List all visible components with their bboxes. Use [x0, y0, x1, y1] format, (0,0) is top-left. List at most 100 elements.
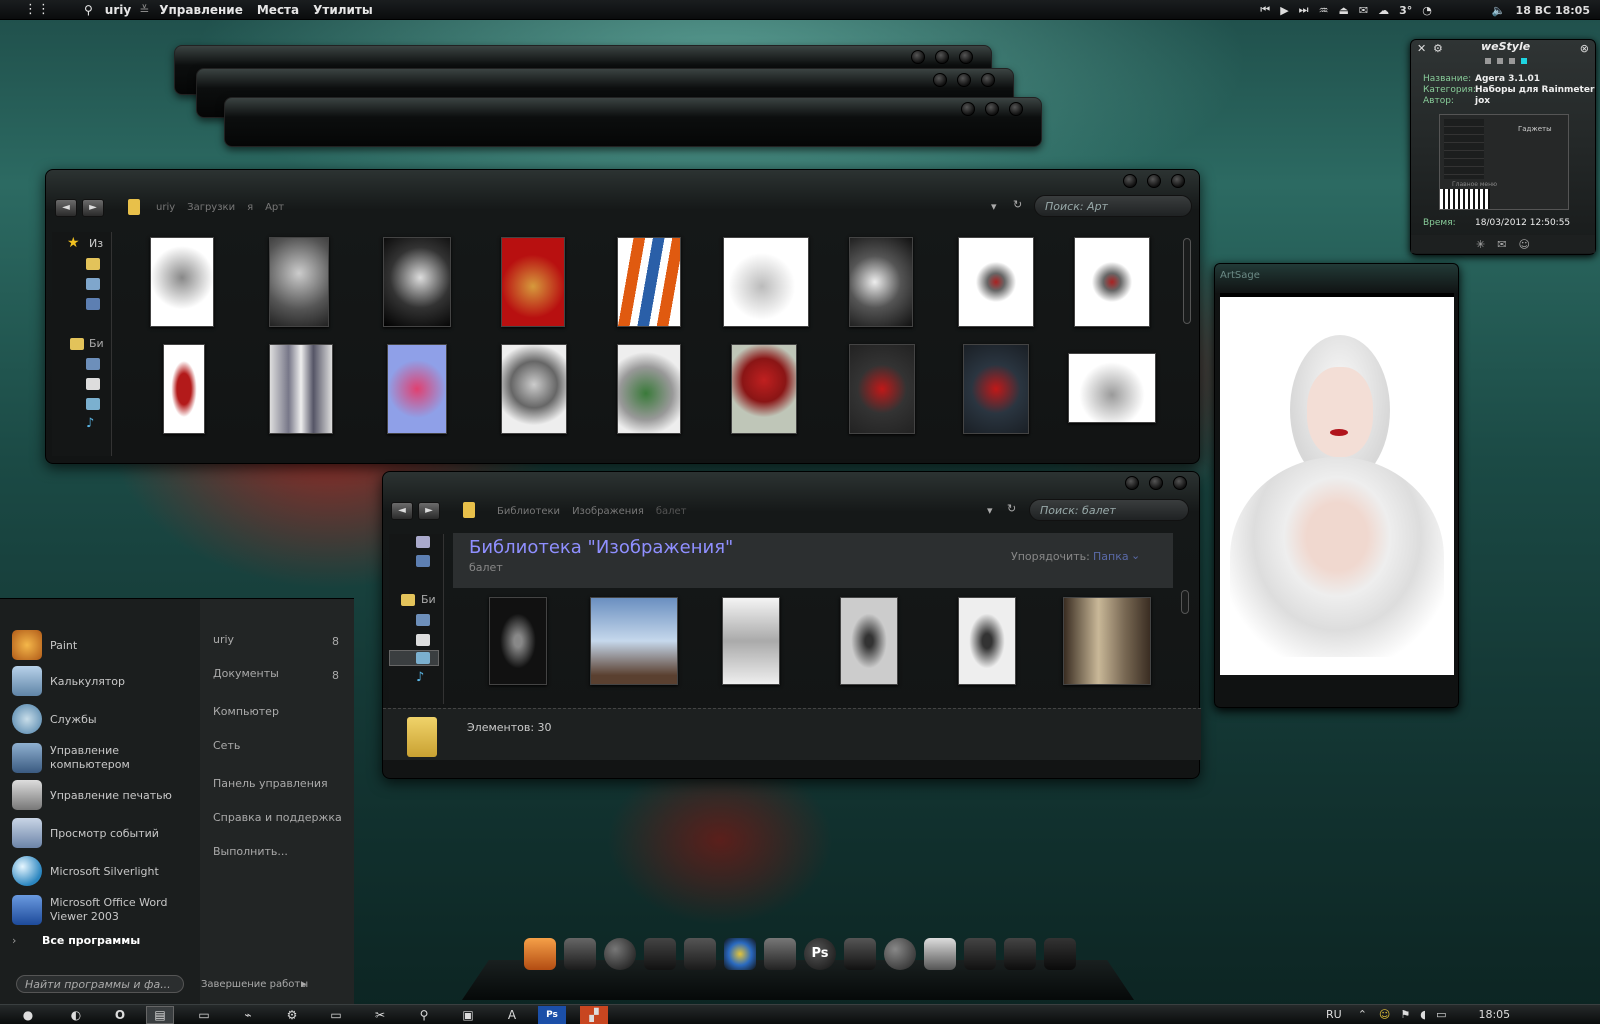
comments-icon[interactable]: ✉ [1497, 238, 1506, 251]
chevron-down-icon[interactable]: ⌄ [1131, 549, 1140, 562]
language-indicator[interactable]: RU [1326, 1008, 1342, 1021]
search-input[interactable]: Поиск: балет [1029, 499, 1189, 521]
eject-icon[interactable]: ⏏ [1338, 4, 1348, 17]
breadcrumb-item[interactable]: uriy [156, 202, 175, 213]
history-dropdown-icon[interactable]: ▾ [987, 504, 993, 517]
network-icon[interactable]: ▭ [1436, 1008, 1446, 1021]
search-icon[interactable]: ⚲ [410, 1006, 438, 1024]
program-item-paint[interactable]: Paint [0, 627, 77, 663]
refresh-icon[interactable]: ↻ [1007, 502, 1016, 515]
explorer-icon[interactable]: ▤ [146, 1005, 174, 1024]
image-thumbnail[interactable] [1063, 597, 1151, 685]
image-thumbnail[interactable] [489, 597, 547, 685]
minimize-button[interactable] [1125, 476, 1139, 490]
tray-up-icon[interactable]: ⌃ [1358, 1008, 1367, 1021]
place-item-network[interactable]: Сеть [213, 739, 240, 752]
favorites-label[interactable]: Из [89, 237, 103, 250]
documents-icon[interactable] [86, 378, 100, 390]
recent-places-icon[interactable] [86, 298, 100, 310]
media-next-icon[interactable]: ⏭ [1299, 3, 1309, 17]
folder-icon[interactable]: ▭ [322, 1006, 350, 1024]
image-thumbnail[interactable] [1074, 237, 1150, 327]
maximize-button[interactable] [957, 73, 971, 87]
image-thumbnail[interactable] [590, 597, 678, 685]
desktop-icon[interactable] [416, 555, 430, 567]
videos-icon[interactable] [86, 358, 100, 370]
camera-dock-icon[interactable] [964, 938, 996, 970]
minimize-button[interactable] [1123, 174, 1137, 188]
program-item-services[interactable]: Службы [0, 701, 97, 737]
breadcrumb-item[interactable]: балет [656, 506, 687, 517]
image-thumbnail[interactable] [840, 597, 898, 685]
gamepad-dock-icon[interactable] [644, 938, 676, 970]
tools-icon[interactable]: ✂ [366, 1006, 394, 1024]
forward-button[interactable]: ► [418, 502, 440, 520]
start-orb-button[interactable]: ● [14, 1006, 42, 1024]
back-button[interactable]: ◄ [391, 502, 413, 520]
close-icon[interactable]: ✕ [1417, 42, 1426, 55]
menu-manage[interactable]: Управление [159, 3, 243, 17]
image-thumbnail[interactable] [501, 237, 565, 327]
vlc-dock-icon[interactable] [924, 938, 956, 970]
close-button[interactable] [1009, 102, 1023, 116]
image-thumbnail[interactable] [387, 344, 447, 434]
close-button[interactable] [1171, 174, 1185, 188]
program-item-calculator[interactable]: Калькулятор [0, 663, 125, 699]
taskbar-app-icon[interactable]: ◐ [62, 1006, 90, 1024]
tray-app-icon[interactable]: ☺ [1379, 1008, 1390, 1021]
favorites-star-icon[interactable]: ★ [67, 235, 80, 251]
theme-preview-image[interactable]: Гаджеты Главное меню [1439, 114, 1569, 210]
trash-dock-icon[interactable] [1044, 938, 1076, 970]
breadcrumb-item[interactable]: Загрузки [187, 202, 235, 213]
maximize-button[interactable] [985, 102, 999, 116]
image-thumbnail[interactable] [501, 344, 567, 434]
program-item-silverlight[interactable]: Microsoft Silverlight [0, 853, 159, 889]
videos-icon[interactable] [416, 614, 430, 626]
place-item-control-panel[interactable]: Панель управления [213, 777, 328, 790]
maximize-button[interactable] [1147, 174, 1161, 188]
breadcrumb-item[interactable]: Библиотеки [497, 506, 560, 517]
libraries-icon[interactable] [401, 594, 415, 606]
image-thumbnail[interactable] [723, 237, 809, 327]
place-item-user[interactable]: uriy [213, 633, 234, 646]
program-item-computer-management[interactable]: Управление компьютером [0, 737, 150, 779]
image-thumbnail[interactable] [849, 344, 915, 434]
artwork-image[interactable] [1220, 293, 1454, 675]
image-thumbnail[interactable] [163, 344, 205, 434]
downloads-icon[interactable] [86, 258, 100, 270]
image-thumbnail[interactable] [150, 237, 214, 327]
menu-places[interactable]: Места [257, 3, 299, 17]
image-thumbnail[interactable] [722, 597, 780, 685]
photoshop-dock-icon[interactable]: Ps [804, 938, 836, 970]
vertical-scrollbar[interactable] [1183, 238, 1191, 324]
palette-dock-icon[interactable] [724, 938, 756, 970]
apps-grid-icon[interactable]: ⋮⋮ [24, 2, 50, 17]
desktop-icon[interactable] [86, 278, 100, 290]
image-thumbnail[interactable] [383, 237, 451, 327]
close-icon[interactable]: ⊗ [1580, 42, 1589, 55]
back-button[interactable]: ◄ [55, 199, 77, 217]
place-item-help[interactable]: Справка и поддержка [213, 811, 342, 824]
place-item-computer[interactable]: Компьютер [213, 705, 279, 718]
image-thumbnail[interactable] [617, 237, 681, 327]
image-thumbnail[interactable] [617, 344, 681, 434]
minimize-button[interactable] [911, 50, 925, 64]
settings-icon[interactable]: ⚙ [1433, 42, 1443, 55]
forward-button[interactable]: ► [82, 199, 104, 217]
camera-icon[interactable]: ▣ [454, 1006, 482, 1024]
history-dropdown-icon[interactable]: ▾ [991, 200, 997, 213]
libraries-icon[interactable] [70, 338, 84, 350]
recent-places-icon[interactable] [416, 536, 430, 548]
activity-icon[interactable]: ⌁ [234, 1006, 262, 1024]
brush-dock-icon[interactable] [764, 938, 796, 970]
place-item-run[interactable]: Выполнить... [213, 845, 288, 858]
arrange-dropdown[interactable]: Папка [1093, 550, 1129, 563]
globe-dock-icon[interactable] [604, 938, 636, 970]
vertical-scrollbar[interactable] [1181, 590, 1189, 614]
libraries-label[interactable]: Би [89, 337, 104, 350]
guitar-dock-icon[interactable] [844, 938, 876, 970]
page-dots[interactable] [1485, 58, 1527, 64]
breadcrumb-item[interactable]: Изображения [572, 506, 644, 517]
menu-utilities[interactable]: Утилиты [313, 3, 373, 17]
user-menu[interactable]: uriy [105, 3, 131, 17]
